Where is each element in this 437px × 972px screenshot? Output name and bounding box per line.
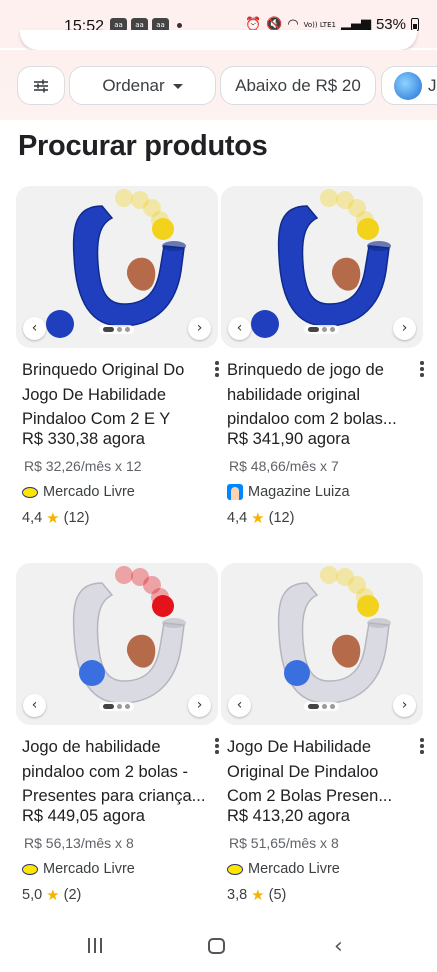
search-bar[interactable] xyxy=(20,30,417,50)
carousel-next-button[interactable]: › xyxy=(393,317,416,340)
more-notifications-icon xyxy=(177,22,182,28)
product-installment: R$ 32,26/mês x 12 xyxy=(24,458,142,474)
carousel-prev-button[interactable]: ‹ xyxy=(23,317,46,340)
product-card[interactable]: ‹ › Jogo De Habilidade Original De Pinda… xyxy=(221,563,424,904)
carousel-pager xyxy=(99,325,134,334)
rating-value: 4,4 xyxy=(22,510,43,526)
brand-filter-label: J xyxy=(428,75,437,95)
caret-down-icon xyxy=(172,84,183,89)
product-card[interactable]: ‹ › Jogo de habilidade pindaloo com 2 bo… xyxy=(16,563,219,904)
product-rating: 5,0 ★ (2) xyxy=(22,886,81,904)
home-button[interactable] xyxy=(208,938,225,954)
carousel-pager xyxy=(99,702,134,711)
product-price: R$ 449,05 agora xyxy=(22,807,145,825)
carousel-next-button[interactable]: › xyxy=(188,317,211,340)
carousel-prev-button[interactable]: ‹ xyxy=(23,694,46,717)
carousel-next-button[interactable]: › xyxy=(393,694,416,717)
product-price: R$ 330,38 agora xyxy=(22,430,145,448)
review-count: (2) xyxy=(63,887,82,903)
brand-logo-icon xyxy=(394,71,422,100)
carousel-next-button[interactable]: › xyxy=(188,694,211,717)
product-rating: 4,4 ★ (12) xyxy=(227,509,294,527)
product-price: R$ 341,90 agora xyxy=(227,430,350,448)
magazine-luiza-logo-icon xyxy=(227,484,243,500)
system-navigation-bar: ‹ xyxy=(0,920,437,972)
star-icon: ★ xyxy=(251,509,265,527)
product-store: Mercado Livre xyxy=(22,861,135,877)
carousel-pager xyxy=(304,702,339,711)
store-name: Magazine Luiza xyxy=(248,484,350,500)
product-installment: R$ 51,65/mês x 8 xyxy=(229,835,339,851)
store-name: Mercado Livre xyxy=(43,484,135,500)
product-title[interactable]: Brinquedo Original Do Jogo De Habilidade… xyxy=(22,358,208,432)
store-name: Mercado Livre xyxy=(43,861,135,877)
section-title: Procurar produtos xyxy=(18,130,268,162)
product-installment: R$ 48,66/mês x 7 xyxy=(229,458,339,474)
price-filter-chip[interactable]: Abaixo de R$ 20 xyxy=(220,66,376,105)
rating-value: 4,4 xyxy=(227,510,248,526)
star-icon: ★ xyxy=(251,886,265,904)
product-title[interactable]: Jogo De Habilidade Original De Pindaloo … xyxy=(227,735,413,809)
product-image-carousel[interactable]: ‹ › xyxy=(16,563,218,725)
mercado-livre-logo-icon xyxy=(22,486,38,498)
product-installment: R$ 56,13/mês x 8 xyxy=(24,835,134,851)
sort-chip-label: Ordenar xyxy=(102,75,165,95)
product-rating: 3,8 ★ (5) xyxy=(227,886,286,904)
rating-value: 5,0 xyxy=(22,887,43,903)
product-title[interactable]: Jogo de habilidade pindaloo com 2 bolas … xyxy=(22,735,208,809)
more-options-icon[interactable] xyxy=(417,735,427,757)
carousel-prev-button[interactable]: ‹ xyxy=(228,317,251,340)
sliders-icon xyxy=(34,79,48,92)
product-price: R$ 413,20 agora xyxy=(227,807,350,825)
store-name: Mercado Livre xyxy=(248,861,340,877)
product-card[interactable]: ‹ › Brinquedo de jogo de habilidade orig… xyxy=(221,186,424,527)
product-store: Mercado Livre xyxy=(22,484,135,500)
product-store: Magazine Luiza xyxy=(227,484,350,500)
product-image-carousel[interactable]: ‹ › xyxy=(221,563,423,725)
product-card[interactable]: ‹ › Brinquedo Original Do Jogo De Habili… xyxy=(16,186,219,527)
product-store: Mercado Livre xyxy=(227,861,340,877)
filter-settings-button[interactable] xyxy=(17,66,65,105)
more-options-icon[interactable] xyxy=(417,358,427,380)
more-options-icon[interactable] xyxy=(212,358,222,380)
recent-apps-button[interactable] xyxy=(88,938,102,953)
product-image-carousel[interactable]: ‹ › xyxy=(221,186,423,348)
mercado-livre-logo-icon xyxy=(22,863,38,875)
product-image-carousel[interactable]: ‹ › xyxy=(16,186,218,348)
review-count: (12) xyxy=(63,510,90,526)
filter-chips-bar: Ordenar Abaixo de R$ 20 J xyxy=(0,50,437,120)
more-options-icon[interactable] xyxy=(212,735,222,757)
sort-chip[interactable]: Ordenar xyxy=(69,66,216,105)
carousel-pager xyxy=(304,325,339,334)
product-rating: 4,4 ★ (12) xyxy=(22,509,89,527)
price-filter-label: Abaixo de R$ 20 xyxy=(235,75,361,95)
star-icon: ★ xyxy=(46,509,60,527)
mercado-livre-logo-icon xyxy=(227,863,243,875)
brand-filter-chip[interactable]: J xyxy=(381,66,437,105)
star-icon: ★ xyxy=(46,886,60,904)
product-title[interactable]: Brinquedo de jogo de habilidade original… xyxy=(227,358,413,432)
lte-icon: Vo)) LTE1 xyxy=(303,20,336,29)
rating-value: 3,8 xyxy=(227,887,248,903)
review-count: (12) xyxy=(268,510,295,526)
back-button[interactable]: ‹ xyxy=(334,934,343,959)
carousel-prev-button[interactable]: ‹ xyxy=(228,694,251,717)
review-count: (5) xyxy=(268,887,287,903)
